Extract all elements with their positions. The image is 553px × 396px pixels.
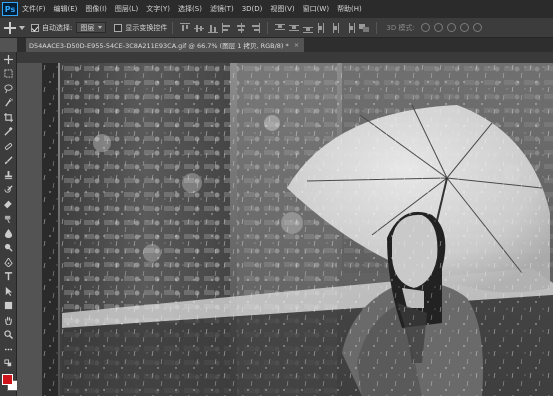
tool-preset-dropdown-icon[interactable] bbox=[19, 25, 25, 30]
menu-filter[interactable]: 滤镜(T) bbox=[210, 4, 234, 14]
separator bbox=[172, 21, 174, 34]
3d-scale-icon[interactable] bbox=[472, 23, 482, 32]
blur-tool-icon[interactable] bbox=[0, 226, 17, 241]
crop-tool-icon[interactable] bbox=[0, 110, 17, 125]
marquee-tool-icon[interactable] bbox=[0, 67, 17, 82]
3d-rotate-icon[interactable] bbox=[420, 23, 430, 32]
shape-tool-icon[interactable] bbox=[0, 299, 17, 314]
close-icon[interactable]: × bbox=[294, 41, 299, 49]
menu-help[interactable]: 帮助(H) bbox=[337, 4, 362, 14]
distribute-vcenter-icon[interactable] bbox=[289, 23, 300, 33]
menu-view[interactable]: 视图(V) bbox=[270, 4, 294, 14]
type-tool-icon[interactable] bbox=[0, 270, 17, 285]
auto-align-layers-icon[interactable] bbox=[359, 23, 370, 33]
dodge-tool-icon[interactable] bbox=[0, 241, 17, 256]
path-select-tool-icon[interactable] bbox=[0, 284, 17, 299]
align-bottom-icon[interactable] bbox=[208, 23, 219, 33]
3d-slide-icon[interactable] bbox=[459, 23, 469, 32]
canvas-image[interactable] bbox=[42, 63, 553, 396]
distribute-right-icon[interactable] bbox=[345, 22, 356, 33]
distribute-bottom-icon[interactable] bbox=[303, 23, 314, 33]
align-vcenter-icon[interactable] bbox=[194, 23, 205, 33]
menu-bar: Ps 文件(F) 编辑(E) 图像(I) 图层(L) 文字(Y) 选择(S) 滤… bbox=[0, 0, 553, 18]
eraser-tool-icon[interactable] bbox=[0, 197, 17, 212]
show-transform-checkbox[interactable] bbox=[114, 23, 123, 32]
hand-tool-icon[interactable] bbox=[0, 313, 17, 328]
distribute-left-icon[interactable] bbox=[317, 22, 327, 33]
gradient-tool-icon[interactable] bbox=[0, 212, 17, 227]
tools-panel bbox=[0, 52, 17, 396]
options-bar: 自动选择: 图层 显示变换控件 3D 模式: bbox=[0, 18, 553, 38]
menu-file[interactable]: 文件(F) bbox=[22, 4, 46, 14]
foreground-color-swatch[interactable] bbox=[2, 374, 13, 385]
menu-select[interactable]: 选择(S) bbox=[178, 4, 202, 14]
auto-select-label: 自动选择: bbox=[42, 23, 73, 32]
lasso-tool-icon[interactable] bbox=[0, 81, 17, 96]
history-brush-tool-icon[interactable] bbox=[0, 183, 17, 198]
document-tab-title: D54AACE3-D50D-E955-54CE-3C8A211E93CA.gif… bbox=[29, 42, 289, 50]
chevron-down-icon bbox=[98, 26, 103, 29]
healing-tool-icon[interactable] bbox=[0, 139, 17, 154]
menu-image[interactable]: 图像(I) bbox=[85, 4, 107, 14]
3d-mode-label: 3D 模式: bbox=[386, 23, 415, 32]
distribute-top-icon[interactable] bbox=[275, 23, 286, 33]
auto-select-checkbox[interactable] bbox=[31, 23, 39, 32]
menu-edit[interactable]: 编辑(E) bbox=[54, 4, 78, 14]
auto-select-target-value: 图层 bbox=[80, 23, 95, 32]
show-transform-label: 显示变换控件 bbox=[125, 23, 168, 32]
zoom-tool-icon[interactable] bbox=[0, 328, 17, 343]
menu-3d[interactable]: 3D(D) bbox=[242, 5, 263, 13]
3d-roll-icon[interactable] bbox=[433, 23, 443, 32]
menu-layer[interactable]: 图层(L) bbox=[115, 4, 138, 14]
move-tool-icon[interactable] bbox=[4, 21, 16, 34]
separator bbox=[267, 21, 269, 34]
canvas-top-area bbox=[17, 52, 553, 63]
document-tab-bar: D54AACE3-D50D-E955-54CE-3C8A211E93CA.gif… bbox=[17, 38, 553, 52]
align-hcenter-icon[interactable] bbox=[236, 22, 246, 33]
photoshop-logo[interactable]: Ps bbox=[2, 2, 18, 16]
color-swatches bbox=[2, 374, 18, 392]
distribute-hcenter-icon[interactable] bbox=[331, 22, 341, 33]
more-tools-icon[interactable] bbox=[0, 342, 17, 357]
auto-select-target-dropdown[interactable]: 图层 bbox=[76, 22, 107, 33]
default-colors-icon[interactable] bbox=[0, 357, 17, 372]
document-tab[interactable]: D54AACE3-D50D-E955-54CE-3C8A211E93CA.gif… bbox=[26, 38, 305, 52]
clone-stamp-tool-icon[interactable] bbox=[0, 168, 17, 183]
pen-tool-icon[interactable] bbox=[0, 255, 17, 270]
menu-type[interactable]: 文字(Y) bbox=[146, 4, 170, 14]
move-tool-icon[interactable] bbox=[0, 52, 17, 67]
separator bbox=[376, 21, 378, 34]
align-left-icon[interactable] bbox=[222, 22, 232, 33]
3d-drag-icon[interactable] bbox=[446, 23, 456, 32]
align-top-icon[interactable] bbox=[180, 22, 191, 33]
align-right-icon[interactable] bbox=[250, 22, 261, 33]
brush-tool-icon[interactable] bbox=[0, 154, 17, 169]
eyedropper-tool-icon[interactable] bbox=[0, 125, 17, 140]
menu-window[interactable]: 窗口(W) bbox=[303, 4, 329, 14]
quick-select-tool-icon[interactable] bbox=[0, 96, 17, 111]
canvas-area[interactable] bbox=[17, 63, 553, 396]
